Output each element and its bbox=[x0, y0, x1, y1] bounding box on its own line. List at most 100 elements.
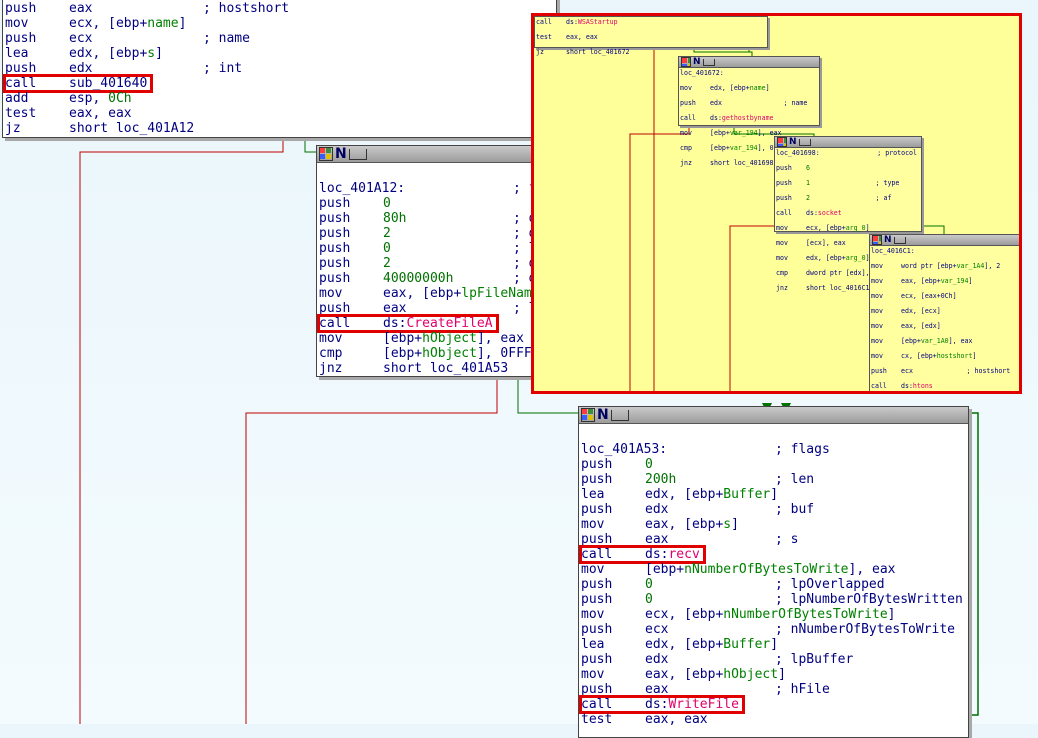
code-line[interactable]: push edx ; int bbox=[5, 61, 554, 76]
code-line[interactable]: call ds:recv bbox=[579, 545, 966, 564]
code-line[interactable]: call ds:htons bbox=[871, 382, 1019, 391]
code-line[interactable]: loc_401A12: ; f bbox=[319, 181, 531, 196]
code-line[interactable]: mov edx, [ecx] bbox=[871, 307, 1019, 323]
mnemonic: call bbox=[536, 18, 552, 26]
code-line[interactable]: call sub_401640 bbox=[2, 74, 554, 93]
code-line[interactable]: mov word ptr [ebp+var_1A4], 2 bbox=[871, 262, 1019, 278]
operand-suffix: ], eax bbox=[848, 562, 896, 577]
comment: ; l bbox=[513, 301, 531, 316]
stack-var: Buffer bbox=[723, 637, 771, 652]
code-line[interactable]: push 0 bbox=[581, 457, 966, 472]
code-line[interactable]: loc_401A53: ; flags bbox=[581, 442, 966, 457]
code-line[interactable]: call ds:gethostbyname bbox=[680, 114, 818, 130]
api-name: WSAStartup bbox=[577, 18, 618, 26]
code-line[interactable]: mov [ebp+var_1A0], eax bbox=[871, 337, 1019, 353]
mnemonic: jnz bbox=[776, 284, 788, 292]
code-line[interactable]: lea edx, [ebp+Buffer] bbox=[581, 637, 966, 652]
code-line[interactable]: push 2 ; d bbox=[319, 256, 531, 271]
code-line[interactable]: cmp [ebp+hObject], 0FFF bbox=[319, 346, 531, 361]
collapse-icon[interactable] bbox=[610, 409, 629, 421]
graph-node-loc-401a12[interactable]: N loc_401A12:; fpush0push80h; dpush2; dp… bbox=[316, 145, 532, 377]
operand: [ebp+ bbox=[710, 144, 730, 152]
code-line[interactable]: push 40000000h ; d bbox=[319, 271, 531, 286]
code-label: loc_401672: bbox=[680, 69, 724, 77]
immediate: 0 bbox=[383, 196, 391, 211]
stack-var: hObject bbox=[723, 667, 779, 682]
code-line[interactable]: push 6 bbox=[776, 164, 920, 180]
code-line[interactable]: push 0 ; lpNumberOfBytesWritten bbox=[581, 592, 966, 607]
mnemonic: push bbox=[776, 194, 792, 202]
code-line[interactable]: push 2 ; d bbox=[319, 226, 531, 241]
mnemonic: mov bbox=[581, 517, 605, 532]
code-line[interactable]: call ds:WSAStartup bbox=[536, 18, 766, 34]
code-line[interactable]: mov ecx, [ebp+name] bbox=[5, 16, 554, 31]
code-line[interactable]: push edx ; lpBuffer bbox=[581, 652, 966, 667]
node-titlebar[interactable]: N bbox=[317, 146, 531, 163]
code-line[interactable]: mov [ebp+hObject], eax bbox=[319, 331, 529, 346]
highlighted-call: call ds:recv bbox=[579, 545, 706, 564]
code-line[interactable]: jz short loc_401A12 bbox=[5, 121, 554, 136]
code-line[interactable]: push 200h ; len bbox=[581, 472, 966, 487]
code-line[interactable]: mov ecx, [ebp+nNumberOfBytesToWrite] bbox=[581, 607, 966, 622]
code-line[interactable]: lea edx, [ebp+s] bbox=[5, 46, 554, 61]
mnemonic: jz bbox=[536, 48, 544, 56]
code-line[interactable]: jnz short loc_401A53 bbox=[319, 361, 529, 376]
immediate: 0 bbox=[645, 577, 653, 592]
code-line[interactable]: push 0 bbox=[319, 196, 529, 211]
code-line[interactable]: push ecx ; nNumberOfBytesToWrite bbox=[581, 622, 966, 637]
code-line[interactable]: mov eax, [edx] bbox=[871, 322, 1019, 338]
operand: [ebp+ bbox=[645, 562, 685, 577]
operand: [ebp+ bbox=[383, 346, 423, 361]
node-titlebar[interactable]: N bbox=[579, 407, 968, 424]
code-line[interactable]: push ecx ; hostshort bbox=[871, 367, 1019, 383]
code-label: loc_401A12: bbox=[319, 181, 406, 196]
code-line[interactable]: push ecx ; name bbox=[5, 31, 554, 46]
collapse-icon[interactable] bbox=[348, 148, 367, 160]
graph-node-loc-401a53[interactable]: N loc_401A53:; flags push 0 push 200h; len le… bbox=[578, 406, 969, 738]
code-line[interactable]: push 1 ; type bbox=[776, 179, 920, 195]
code-line[interactable]: mov eax, [ebp+lpFileNam bbox=[319, 286, 531, 301]
comment: ; buf bbox=[775, 502, 815, 517]
mnemonic: push bbox=[581, 652, 613, 667]
code-line[interactable]: mov eax, [ebp+hObject] bbox=[581, 667, 966, 682]
operand: edx, [ebp+ bbox=[69, 46, 148, 61]
code-line[interactable]: push eax ; s bbox=[581, 532, 966, 547]
operand: ecx, [eax+0Ch] bbox=[901, 292, 957, 300]
operand: edx bbox=[710, 99, 722, 107]
code-line[interactable]: push eax ; hostshort bbox=[5, 1, 554, 16]
code-line[interactable]: test eax, eax bbox=[581, 712, 966, 727]
code-line[interactable]: push eax ; hFile bbox=[581, 682, 966, 697]
operand: edx bbox=[69, 61, 93, 76]
code-line[interactable]: loc_401698: ; protocol bbox=[776, 149, 920, 165]
code-line[interactable]: test eax, eax bbox=[5, 106, 554, 121]
code-line[interactable]: call ds:CreateFileA bbox=[317, 314, 529, 333]
code-line[interactable]: push 0 ; l bbox=[319, 241, 531, 256]
code-line[interactable]: mov cx, [ebp+hostshort] bbox=[871, 352, 1019, 368]
graph-node-top[interactable]: push eax; hostshort mov ecx, [ebp+name] push… bbox=[2, 0, 557, 138]
code-line[interactable]: push 0 ; lpOverlapped bbox=[581, 577, 966, 592]
mnemonic: mov bbox=[776, 239, 788, 247]
code-line[interactable]: mov edx, [ebp+name] bbox=[680, 84, 818, 100]
code-line[interactable]: add esp, 0Ch bbox=[5, 91, 554, 106]
code-line[interactable]: push edx ; buf bbox=[581, 502, 966, 517]
mnemonic: push bbox=[581, 622, 613, 637]
mnemonic: push bbox=[5, 1, 37, 16]
code-line[interactable]: call ds:WriteFile bbox=[579, 695, 966, 714]
code-line[interactable]: mov eax, [ebp+s] bbox=[581, 517, 966, 532]
code-line[interactable]: mov [ebp+nNumberOfBytesToWrite], eax bbox=[581, 562, 966, 577]
code-line[interactable]: lea edx, [ebp+Buffer] bbox=[581, 487, 966, 502]
code-line[interactable]: loc_4016C1: bbox=[871, 247, 1019, 263]
code-line[interactable]: mov eax, [ebp+var_194] bbox=[871, 277, 1019, 293]
code-listing-loc-401a12: loc_401A12:; fpush0push80h; dpush2; dpus… bbox=[317, 163, 531, 376]
code-line[interactable]: call ds:socket bbox=[776, 209, 920, 225]
comment: ; lpNumberOfBytesWritten bbox=[775, 592, 963, 607]
code-line[interactable]: push eax ; l bbox=[319, 301, 531, 316]
code-line[interactable]: push 80h ; d bbox=[319, 211, 531, 226]
code-line[interactable]: test eax, eax bbox=[536, 33, 766, 49]
code-line[interactable]: push 2 ; af bbox=[776, 194, 920, 210]
comment: ; hostshort bbox=[918, 367, 1011, 375]
code-line[interactable]: mov ecx, [eax+0Ch] bbox=[871, 292, 1019, 308]
comment: ; len bbox=[775, 472, 815, 487]
code-line[interactable]: loc_401672: bbox=[680, 69, 818, 85]
code-line[interactable]: push edx ; name bbox=[680, 99, 818, 115]
